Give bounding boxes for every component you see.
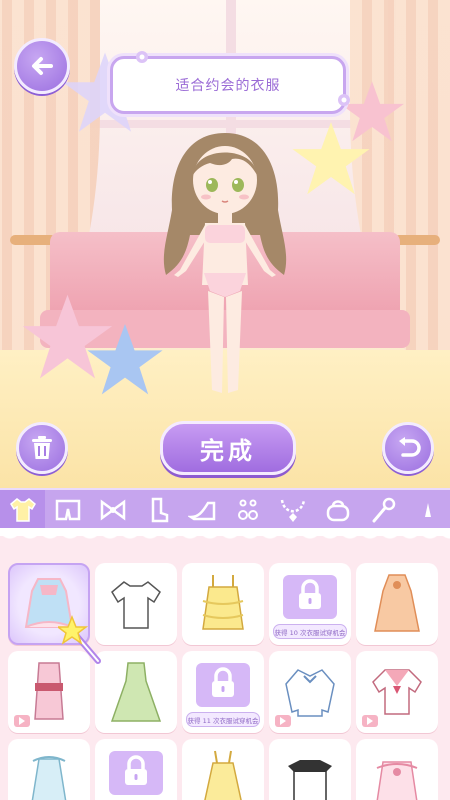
item-card[interactable] (182, 739, 264, 800)
sailor-top-icon (372, 669, 422, 715)
category-bags[interactable] (315, 490, 360, 530)
item-card-locked[interactable] (95, 739, 177, 800)
trash-icon (32, 436, 52, 459)
character-avatar (163, 133, 287, 393)
task-title-banner: 适合约会的衣服 (110, 51, 350, 114)
page-title: 适合约会的衣服 (175, 78, 281, 94)
play-icon (19, 717, 25, 725)
done-button[interactable]: 完成 (160, 421, 296, 475)
item-card-locked[interactable]: 获得 11 次衣服试穿机会 (182, 651, 264, 733)
item-card[interactable] (269, 651, 351, 733)
item-card[interactable] (356, 651, 438, 733)
flower-icon (338, 94, 350, 106)
item-card-locked[interactable]: 获得 10 次衣服试穿机会 (269, 563, 351, 645)
pink-frill-top-icon (376, 761, 418, 800)
arrow-left-icon (32, 57, 53, 75)
category-tops[interactable] (0, 490, 45, 530)
lock-icon (299, 579, 321, 609)
category-bottoms[interactable] (45, 490, 90, 530)
bottoms-icon (55, 499, 80, 521)
green-gown-icon (110, 662, 162, 722)
white-ribbon-blouse-icon (285, 669, 335, 717)
category-necklaces[interactable] (270, 490, 315, 530)
bow-icon (100, 499, 125, 521)
lock-icon (125, 755, 147, 785)
undo-icon (399, 437, 421, 457)
clear-outfit-button[interactable] (16, 422, 68, 474)
clothing-grid: 获得 10 次衣服试穿机会 获得 11 次衣服试穿机会 (8, 563, 448, 800)
item-card[interactable] (356, 739, 438, 800)
category-earrings[interactable] (225, 490, 270, 530)
done-button-label: 完成 (200, 436, 256, 465)
flower-icon (136, 51, 148, 63)
play-icon (280, 717, 286, 725)
lace-divider (0, 528, 450, 550)
category-props[interactable] (360, 490, 405, 530)
white-tshirt-icon (111, 581, 161, 629)
earrings-icon (237, 499, 258, 520)
socks-icon (151, 497, 168, 523)
more-icon (424, 503, 431, 517)
video-unlock-badge (14, 715, 30, 727)
video-unlock-badge (362, 715, 378, 727)
video-unlock-badge (275, 715, 291, 727)
top-icon (9, 498, 36, 522)
item-card[interactable] (269, 739, 351, 800)
item-card[interactable] (182, 563, 264, 645)
necklace-icon (280, 499, 305, 522)
item-card[interactable] (8, 739, 90, 800)
unlock-requirement: 获得 10 次衣服试穿机会 (273, 624, 347, 639)
yellow-ruffle-cami-icon (202, 575, 244, 630)
magic-wand-pointer-icon (58, 615, 101, 664)
orange-qipao-dress-icon (374, 574, 420, 632)
yellow-dress-icon (204, 750, 242, 800)
handbag-icon (326, 500, 349, 522)
undo-button[interactable] (382, 422, 434, 474)
play-icon (367, 717, 373, 725)
category-socks[interactable] (135, 490, 180, 530)
star-yellow-icon (292, 122, 370, 195)
unlock-requirement: 获得 11 次衣服试穿机会 (186, 712, 260, 727)
category-more[interactable] (405, 490, 450, 530)
lock-icon (212, 667, 234, 697)
high-heel-icon (187, 501, 215, 521)
item-card[interactable] (356, 563, 438, 645)
category-bar (0, 488, 450, 530)
back-button[interactable] (14, 38, 70, 94)
wand-icon (372, 497, 395, 523)
black-white-top-icon (288, 760, 332, 800)
blue-frill-dress-icon (31, 756, 67, 800)
category-shoes[interactable] (180, 490, 225, 530)
category-headwear[interactable] (90, 490, 135, 530)
